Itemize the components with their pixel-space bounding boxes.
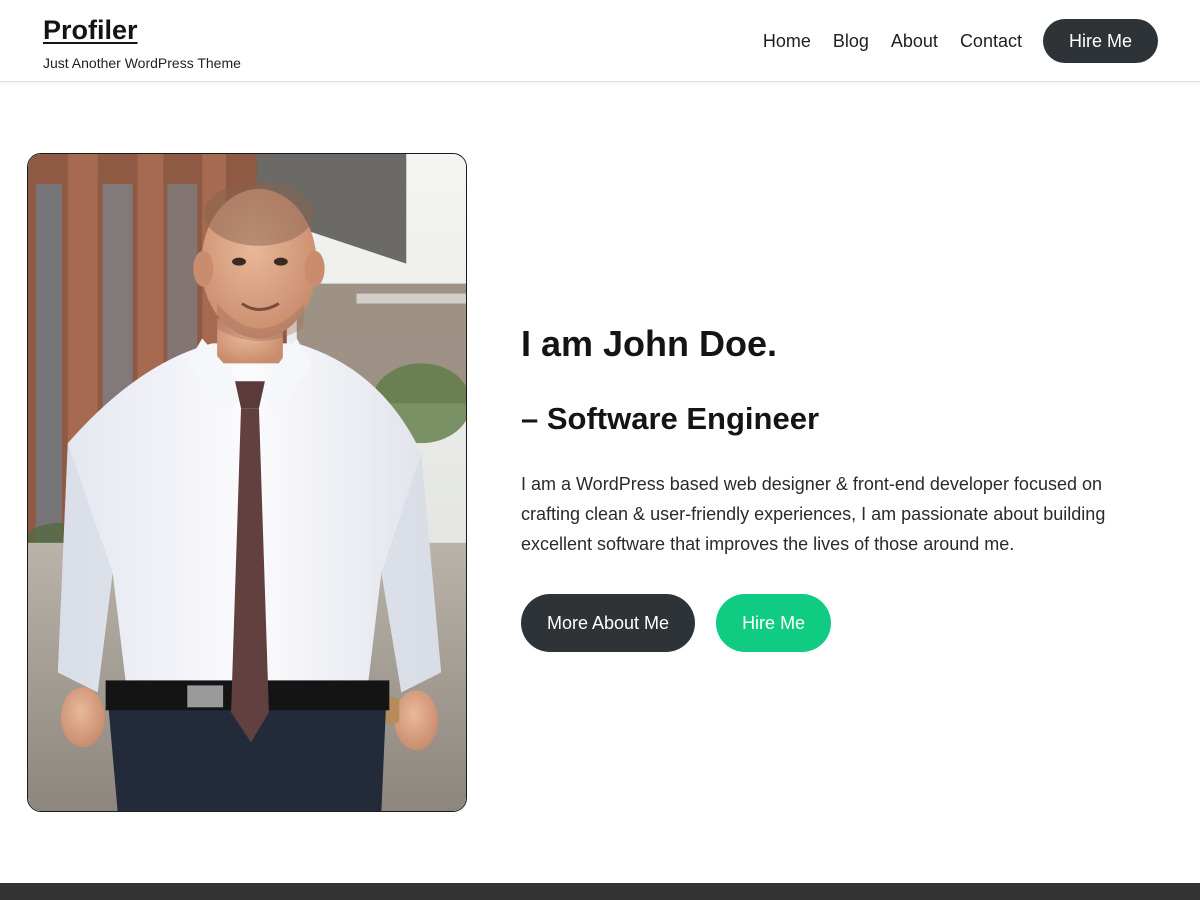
profile-photo-illustration: [28, 154, 466, 811]
hire-me-button[interactable]: Hire Me: [716, 594, 832, 652]
site-header: Profiler Just Another WordPress Theme Ho…: [0, 0, 1200, 82]
nav-home[interactable]: Home: [763, 19, 811, 63]
site-branding: Profiler Just Another WordPress Theme: [43, 14, 241, 71]
site-title-link[interactable]: Profiler: [43, 14, 241, 46]
nav-contact[interactable]: Contact: [960, 19, 1022, 63]
hero-actions: More About Me Hire Me: [521, 594, 1171, 652]
site-tagline: Just Another WordPress Theme: [43, 55, 241, 71]
hero-description: I am a WordPress based web designer & fr…: [521, 474, 1106, 554]
hero-content: I am John Doe. – Software Engineer I am …: [521, 322, 1171, 652]
hero-title: I am John Doe.: [521, 323, 778, 364]
nav-hire-me-button[interactable]: Hire Me: [1042, 19, 1158, 63]
hero-subtitle: – Software Engineer: [521, 401, 820, 436]
main-navigation: Home Blog About Contact Hire Me: [763, 19, 1158, 63]
more-about-me-button[interactable]: More About Me: [521, 594, 696, 652]
profile-photo: [27, 153, 467, 812]
nav-about[interactable]: About: [891, 19, 938, 63]
nav-blog[interactable]: Blog: [833, 19, 869, 63]
footer-bar: [0, 883, 1200, 900]
